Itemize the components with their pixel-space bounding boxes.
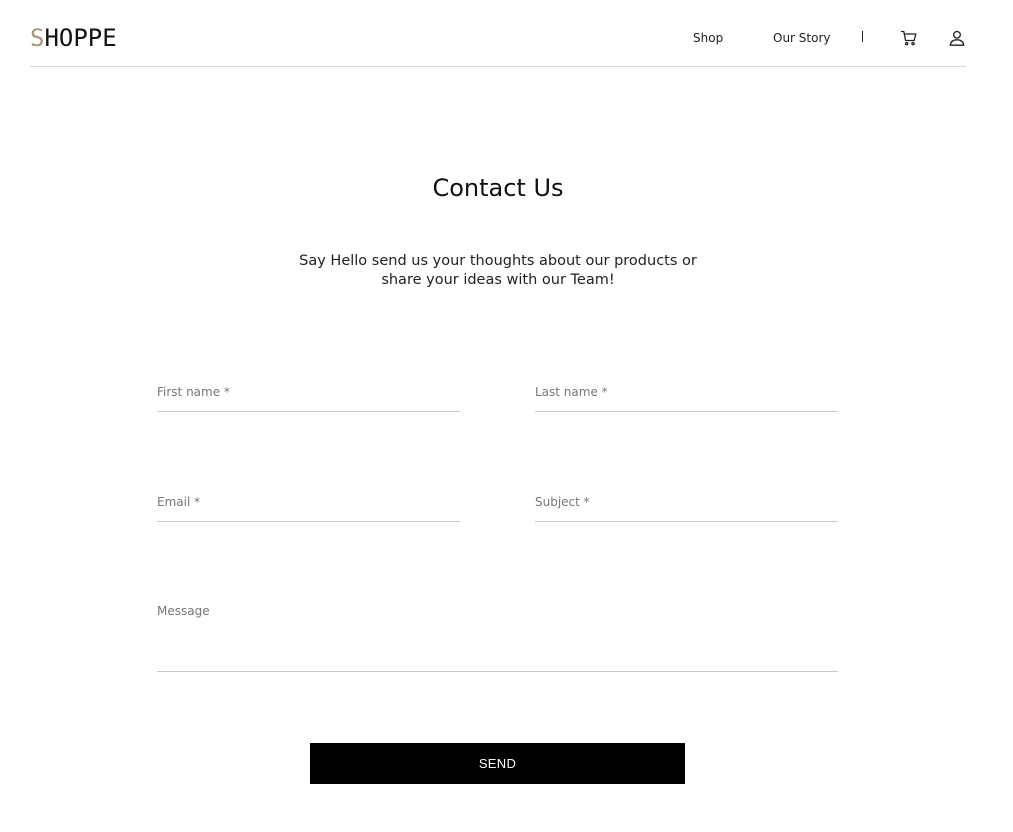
page-title: Contact Us	[432, 174, 564, 202]
email-input[interactable]	[157, 504, 460, 519]
page: SHOPPE Shop Our Story Contact Us Say Hel…	[0, 0, 1013, 832]
message-textarea[interactable]	[157, 624, 838, 668]
page-subtitle: Say Hello send us your thoughts about ou…	[299, 253, 697, 288]
cart-icon[interactable]	[900, 29, 918, 47]
message-label: Message	[157, 604, 210, 618]
first-name-field: First name *	[157, 385, 460, 412]
send-button[interactable]: SEND	[310, 743, 685, 784]
subject-input[interactable]	[535, 504, 838, 519]
last-name-input[interactable]	[535, 394, 838, 409]
user-icon[interactable]	[948, 29, 966, 47]
logo[interactable]: SHOPPE	[30, 24, 117, 52]
subject-field: Subject *	[535, 495, 838, 522]
logo-first-letter: S	[30, 24, 45, 52]
nav-divider	[862, 31, 863, 42]
message-field: Message	[157, 604, 838, 672]
email-field: Email *	[157, 495, 460, 522]
first-name-input[interactable]	[157, 394, 460, 409]
site-header: SHOPPE Shop Our Story	[30, 0, 966, 67]
nav-our-story-link[interactable]: Our Story	[773, 31, 831, 45]
logo-text: HOPPE	[44, 24, 117, 52]
nav-shop-link[interactable]: Shop	[693, 31, 723, 45]
last-name-field: Last name *	[535, 385, 838, 412]
